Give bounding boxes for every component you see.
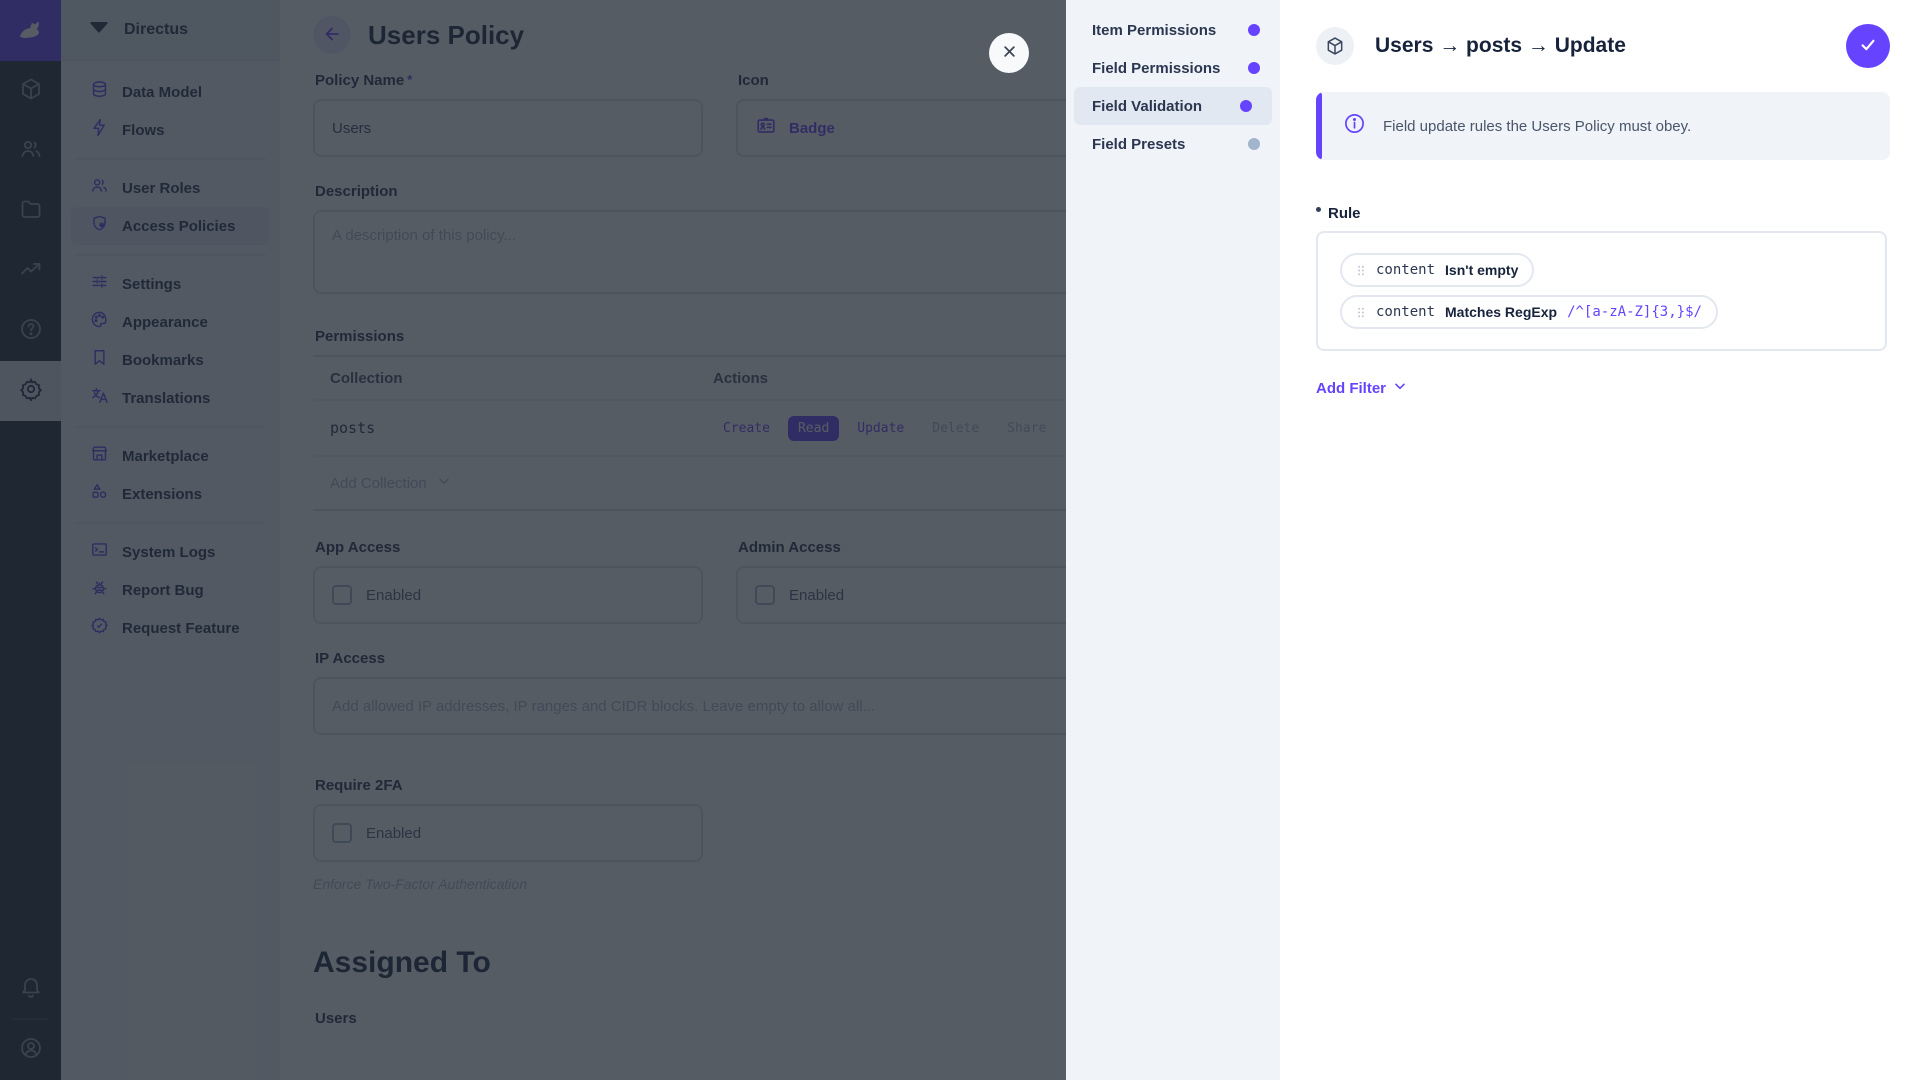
drag-handle-icon[interactable]	[1356, 263, 1366, 278]
close-drawer-button[interactable]	[989, 33, 1029, 73]
info-icon	[1343, 112, 1366, 140]
add-filter-button[interactable]: Add Filter	[1316, 378, 1408, 398]
cube-icon	[1316, 27, 1354, 65]
filter-row[interactable]: content Isn't empty	[1340, 253, 1534, 287]
drawer-nav: Item Permissions Field Permissions Field…	[1066, 0, 1280, 1080]
drag-handle-icon[interactable]	[1356, 305, 1366, 320]
filter-operator[interactable]: Matches RegExp	[1445, 304, 1557, 320]
filter-field[interactable]: content	[1376, 304, 1435, 320]
drawer-detail: Users → posts → Update Field update rule…	[1280, 0, 1920, 1080]
tab-field-presets[interactable]: Field Presets	[1066, 125, 1280, 163]
banner-text: Field update rules the Users Policy must…	[1383, 118, 1691, 135]
info-banner: Field update rules the Users Policy must…	[1316, 92, 1890, 160]
edited-dot	[1316, 207, 1321, 212]
tab-field-validation[interactable]: Field Validation	[1074, 87, 1272, 125]
filter-row[interactable]: content Matches RegExp /^[a-zA-Z]{3,}$/	[1340, 295, 1718, 329]
status-dot	[1248, 24, 1260, 36]
close-icon	[1000, 42, 1019, 64]
permissions-drawer: Item Permissions Field Permissions Field…	[1066, 0, 1920, 1080]
rule-label: Rule	[1328, 205, 1361, 222]
tab-item-permissions[interactable]: Item Permissions	[1066, 11, 1280, 49]
tab-field-permissions[interactable]: Field Permissions	[1066, 49, 1280, 87]
rule-header: Rule	[1316, 205, 1890, 222]
app-window: Directus Data Model Flows User Roles Acc…	[0, 0, 1920, 1080]
status-dot	[1248, 138, 1260, 150]
filter-value[interactable]: /^[a-zA-Z]{3,}$/	[1567, 304, 1702, 320]
status-dot	[1248, 62, 1260, 74]
filter-field[interactable]: content	[1376, 262, 1435, 278]
save-button[interactable]	[1846, 24, 1890, 68]
check-icon	[1858, 35, 1878, 58]
status-dot	[1240, 100, 1252, 112]
drawer-title: Users → posts → Update	[1375, 34, 1626, 58]
filter-operator[interactable]: Isn't empty	[1445, 262, 1518, 278]
chevron-down-icon	[1392, 378, 1408, 398]
drawer-header: Users → posts → Update	[1316, 0, 1890, 92]
rule-filter-box: content Isn't empty content Matches RegE…	[1316, 231, 1887, 351]
